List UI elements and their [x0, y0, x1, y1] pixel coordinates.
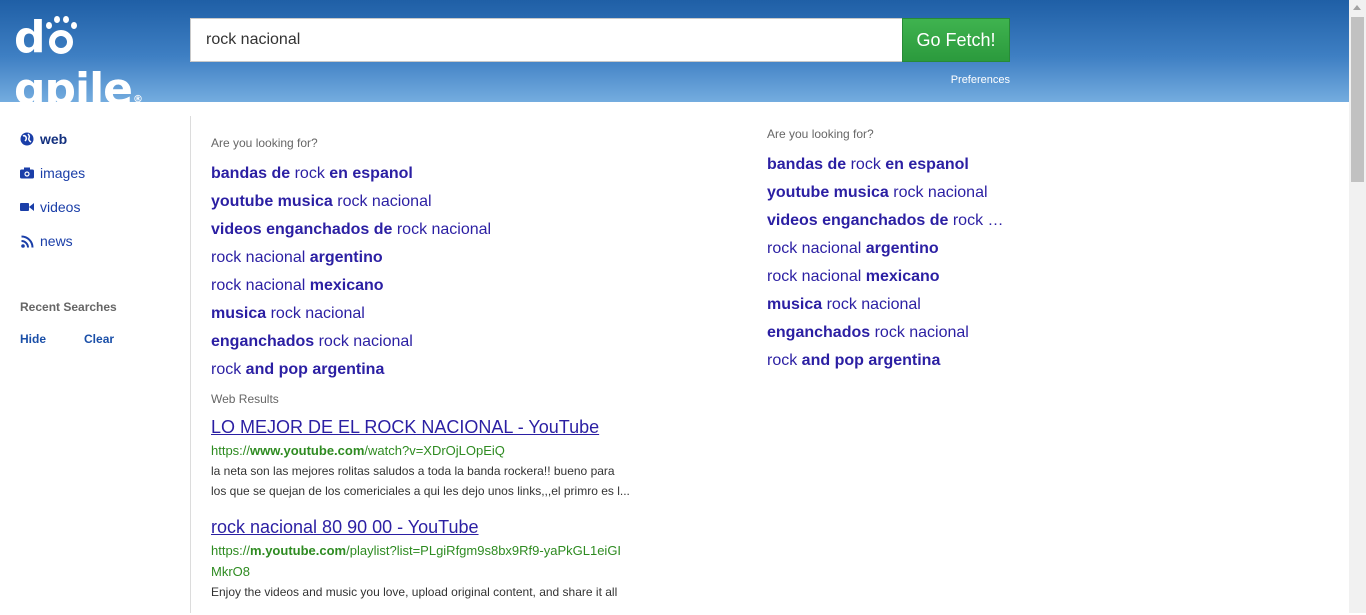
looking-for-heading-right: Are you looking for? [767, 127, 874, 141]
nav-label-images: images [40, 165, 86, 181]
result-title-link[interactable]: rock nacional 80 90 00 - YouTube [211, 514, 681, 540]
page-scrollbar[interactable] [1349, 0, 1366, 613]
vertical-nav: web images videos news [20, 122, 180, 258]
clear-link[interactable]: Clear [84, 332, 114, 346]
nav-item-videos[interactable]: videos [20, 190, 180, 224]
result-description: los que se quejan de los comericiales a … [211, 484, 630, 498]
recent-searches-heading: Recent Searches [20, 300, 117, 314]
suggestion-link[interactable]: enganchados rock nacional [211, 328, 681, 356]
nav-item-news[interactable]: news [20, 224, 180, 258]
nav-label-web: web [40, 131, 68, 147]
result-title-link[interactable]: LO MEJOR DE EL ROCK NACIONAL - YouTube [211, 414, 681, 440]
result-url[interactable]: https://m.youtube.com/playlist?list=PLgi… [211, 540, 681, 561]
looking-for-heading: Are you looking for? [211, 136, 318, 150]
suggestion-link[interactable]: bandas de rock en espanol [211, 160, 681, 188]
suggestion-link[interactable]: rock nacional argentino [211, 244, 681, 272]
related-suggestion-link[interactable]: rock nacional argentino [767, 235, 1027, 263]
search-result: LO MEJOR DE EL ROCK NACIONAL - YouTube h… [211, 414, 681, 501]
search-input[interactable] [191, 19, 902, 61]
result-description: Enjoy the videos and music you love, upl… [211, 585, 618, 599]
suggestion-link[interactable]: youtube musica rock nacional [211, 188, 681, 216]
result-url-continued[interactable]: MkrO8 [211, 561, 681, 582]
header-bar: d gpile® Go Fetch! Preferences [0, 0, 1349, 115]
related-suggestion-link[interactable]: rock nacional mexicano [767, 263, 1027, 291]
search-result: rock nacional 80 90 00 - YouTube https:/… [211, 514, 681, 602]
related-suggestion-link[interactable]: rock and pop argentina [767, 347, 1027, 375]
logo-text-start: d [14, 12, 45, 63]
rss-icon [20, 234, 34, 248]
nav-label-videos: videos [40, 199, 81, 215]
logo-text-end: gpile [14, 64, 133, 115]
related-suggestion-link[interactable]: youtube musica rock nacional [767, 179, 1027, 207]
paw-icon [44, 14, 77, 58]
related-suggestion-link[interactable]: enganchados rock nacional [767, 319, 1027, 347]
suggestion-link[interactable]: rock nacional mexicano [211, 272, 681, 300]
suggestion-link[interactable]: musica rock nacional [211, 300, 681, 328]
related-suggestion-link[interactable]: musica rock nacional [767, 291, 1027, 319]
related-suggestion-link[interactable]: bandas de rock en espanol [767, 151, 1027, 179]
web-results-heading: Web Results [211, 392, 279, 406]
main-results: Are you looking for? bandas de rock en e… [211, 132, 681, 615]
suggestions-list: bandas de rock en espanol youtube musica… [211, 160, 681, 384]
preferences-link[interactable]: Preferences [940, 74, 1010, 86]
related-searches-panel: Are you looking for? bandas de rock en e… [767, 123, 1027, 375]
nav-item-web[interactable]: web [20, 122, 180, 156]
result-url[interactable]: https://www.youtube.com/watch?v=XDrOjLOp… [211, 440, 681, 461]
column-divider [190, 116, 191, 613]
suggestion-link[interactable]: videos enganchados de rock nacional [211, 216, 681, 244]
recent-searches-actions: Hide Clear [20, 332, 152, 346]
hide-link[interactable]: Hide [20, 332, 46, 346]
search-box [190, 18, 902, 62]
result-description: la neta son las mejores rolitas saludos … [211, 464, 615, 478]
dogpile-logo[interactable]: d gpile® [14, 12, 184, 115]
scroll-thumb[interactable] [1351, 17, 1364, 182]
registered-mark: ® [133, 94, 143, 105]
scroll-up-arrow-icon[interactable] [1353, 5, 1361, 10]
nav-item-images[interactable]: images [20, 156, 180, 190]
nav-label-news: news [40, 233, 73, 249]
suggestion-link[interactable]: rock and pop argentina [211, 356, 681, 384]
go-fetch-button[interactable]: Go Fetch! [902, 18, 1010, 62]
camera-icon [20, 166, 34, 180]
globe-icon [20, 132, 34, 146]
related-suggestion-link[interactable]: videos enganchados de rock … [767, 207, 1027, 235]
video-camera-icon [20, 200, 34, 214]
